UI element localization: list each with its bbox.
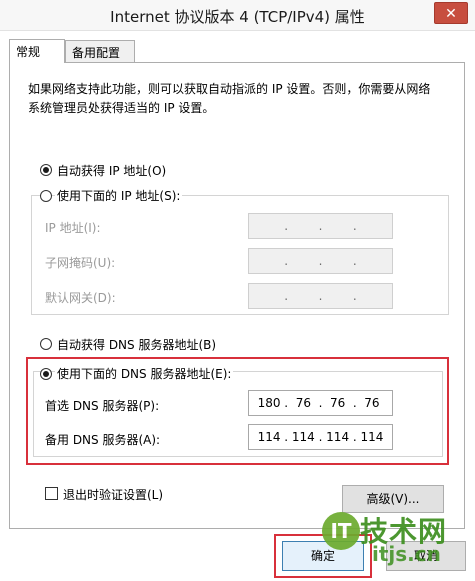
dns-manual-label: 使用下面的 DNS 服务器地址(E):: [55, 365, 234, 382]
tab-general[interactable]: 常规: [9, 39, 65, 63]
ip-address-field[interactable]: . . .: [248, 213, 393, 239]
ip-auto-radio[interactable]: [40, 164, 52, 176]
validate-checkbox[interactable]: [45, 487, 58, 500]
dns-auto-radio[interactable]: [40, 338, 52, 350]
watermark-logo-icon: IT: [322, 512, 360, 550]
close-icon: ✕: [445, 6, 457, 22]
ip-address-label: IP 地址(I):: [45, 221, 101, 235]
ip-auto-label: 自动获得 IP 地址(O): [57, 164, 167, 178]
subnet-mask-field[interactable]: . . .: [248, 248, 393, 274]
preferred-dns-label: 首选 DNS 服务器(P):: [45, 399, 160, 413]
validate-label: 退出时验证设置(L): [63, 488, 164, 502]
ip-manual-radio[interactable]: [40, 190, 52, 202]
advanced-button[interactable]: 高级(V)...: [342, 485, 444, 513]
default-gateway-label: 默认网关(D):: [45, 291, 116, 305]
ip-manual-label: 使用下面的 IP 地址(S):: [55, 187, 183, 204]
tab-alternate-config[interactable]: 备用配置: [65, 40, 135, 62]
alternate-dns-field[interactable]: 114. 114. 114. 114: [248, 424, 393, 450]
subnet-mask-label: 子网掩码(U):: [45, 256, 116, 270]
description-text: 如果网络支持此功能，则可以获取自动指派的 IP 设置。否则，你需要从网络系统管理…: [28, 82, 431, 115]
close-button[interactable]: ✕: [434, 2, 468, 24]
watermark-url: itjs.cn: [372, 542, 441, 566]
window-title: Internet 协议版本 4 (TCP/IPv4) 属性: [110, 8, 365, 26]
default-gateway-field[interactable]: . . .: [248, 283, 393, 309]
preferred-dns-field[interactable]: 180. 76. 76. 76: [248, 390, 393, 416]
dns-manual-radio[interactable]: [40, 368, 52, 380]
dns-auto-label: 自动获得 DNS 服务器地址(B): [57, 338, 217, 352]
alternate-dns-label: 备用 DNS 服务器(A):: [45, 433, 161, 447]
